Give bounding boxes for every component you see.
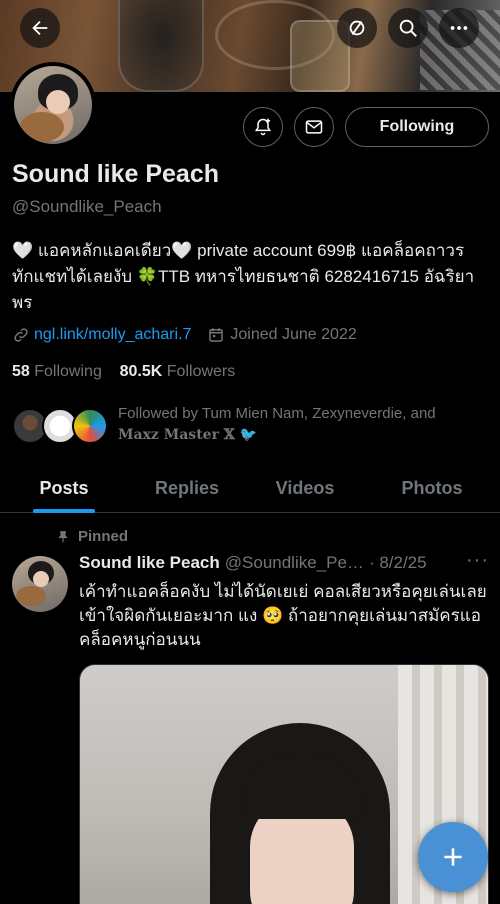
avatar-plush [20, 112, 64, 142]
profile-tabs: Posts Replies Videos Photos [0, 463, 500, 513]
post-avatar[interactable] [12, 556, 68, 612]
post-author-handle[interactable]: @Soundlike_Pe… [225, 553, 364, 573]
more-button[interactable] [439, 8, 479, 48]
pin-icon [58, 530, 68, 542]
profile-bio: 🤍 แอคหลักแอคเดียว🤍 private account 699฿ … [12, 241, 475, 312]
followed-by-row[interactable]: Followed by Tum Mien Nam, Zexyneverdie, … [12, 400, 488, 450]
plus-icon [444, 848, 462, 866]
avatar-face [33, 571, 49, 587]
bell-plus-icon [254, 118, 272, 136]
pinned-indicator: Pinned [56, 528, 128, 545]
circle-slash-icon [349, 20, 365, 36]
post-text: เค้าทำแอคล็อคงับ ไม่ได้นัดเยเย่ คอลเสียว… [79, 582, 487, 649]
profile-handle: @Soundlike_Peach [12, 197, 162, 216]
message-button[interactable] [294, 107, 334, 147]
more-horizontal-icon [450, 26, 468, 30]
post-date[interactable]: · 8/2/25 [369, 553, 427, 573]
joined-date: Joined June 2022 [230, 326, 357, 343]
followed-by-text: Followed by Tum Mien Nam, Zexyneverdie, … [118, 405, 436, 443]
tab-replies[interactable]: Replies [128, 463, 246, 513]
compose-button[interactable] [418, 822, 488, 892]
post-more-button[interactable]: ··· [466, 549, 489, 572]
post-author-name[interactable]: Sound like Peach [79, 553, 220, 573]
arrow-left-icon [32, 20, 48, 36]
follow-stats: 58 Following 80.5K Followers [12, 363, 235, 381]
tab-photos[interactable]: Photos [364, 463, 500, 513]
back-button[interactable] [20, 8, 60, 48]
follower-avatar [72, 408, 108, 444]
active-tab-indicator [33, 509, 95, 513]
followers-stat[interactable]: 80.5K Followers [120, 363, 236, 380]
notify-button[interactable] [243, 107, 283, 147]
post-header: Sound like Peach @Soundlike_Pe… · 8/2/25… [79, 549, 489, 573]
avatar-face [46, 90, 70, 114]
tab-videos[interactable]: Videos [246, 463, 364, 513]
banner-glass [118, 0, 204, 92]
following-stat[interactable]: 58 Following [12, 363, 102, 380]
avatar-plush [16, 586, 46, 606]
profile-link[interactable]: ngl.link/molly_achari.7 [34, 326, 191, 344]
profile-name: Sound like Peach [12, 160, 220, 188]
tab-posts[interactable]: Posts [0, 463, 128, 513]
calendar-icon [209, 328, 224, 342]
link-icon [14, 328, 28, 342]
search-icon [399, 19, 417, 37]
profile-avatar[interactable] [10, 62, 96, 148]
mail-icon [305, 120, 323, 134]
hide-button[interactable] [337, 8, 377, 48]
profile-meta: ngl.link/molly_achari.7 Joined June 2022 [12, 326, 357, 344]
search-button[interactable] [388, 8, 428, 48]
following-button[interactable]: Following [345, 107, 489, 147]
